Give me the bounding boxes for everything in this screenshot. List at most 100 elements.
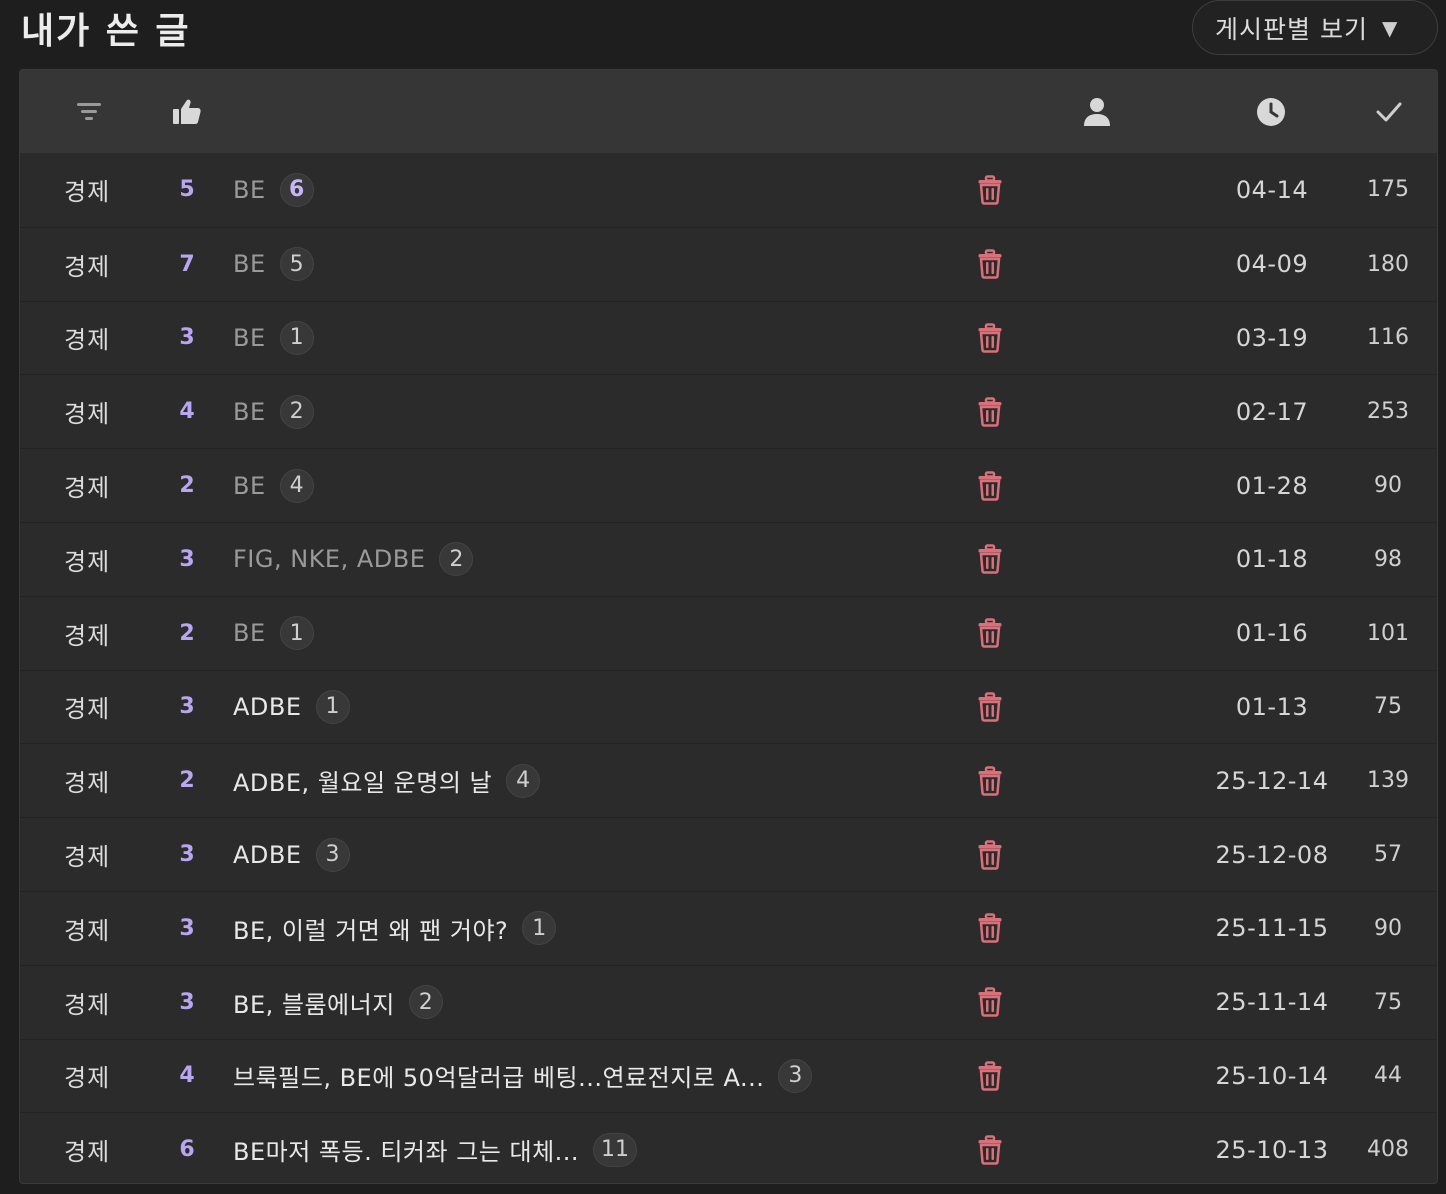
post-title-link[interactable]: BE (233, 250, 266, 278)
trash-icon[interactable] (976, 818, 1004, 891)
user-icon[interactable] (1080, 70, 1114, 153)
post-date: 25-10-14 (1215, 1061, 1329, 1090)
post-likes-count: 2 (179, 473, 195, 499)
trash-icon[interactable] (976, 523, 1004, 596)
post-title-cell[interactable]: BE 5 (233, 228, 314, 301)
board-filter-label: 게시판별 보기 (1215, 14, 1368, 44)
table-row[interactable]: 경제 3 ADBE 3 25-12-08 57 (20, 817, 1437, 891)
post-title-cell[interactable]: BE, 이럴 거면 왜 팬 거야? 1 (233, 892, 557, 965)
post-category: 경제 (64, 695, 111, 724)
post-title-link[interactable]: BE, 블룸에너지 (233, 985, 395, 1020)
trash-icon[interactable] (976, 892, 1004, 965)
page-title: 내가 쓴 글 (21, 11, 191, 52)
post-title-cell[interactable]: BE, 블룸에너지 2 (233, 966, 443, 1039)
table-row[interactable]: 경제 5 BE 6 04-14 175 (20, 153, 1437, 227)
post-title-link[interactable]: ADBE, 월요일 운명의 날 (233, 763, 492, 798)
post-title-link[interactable]: BE (233, 324, 266, 352)
post-view-count: 90 (1374, 915, 1402, 941)
post-view-count: 408 (1367, 1137, 1409, 1163)
post-title-link[interactable]: ADBE (233, 693, 302, 721)
table-row[interactable]: 경제 3 FIG, NKE, ADBE 2 01-18 98 (20, 521, 1437, 596)
table-row[interactable]: 경제 4 BE 2 02-17 253 (20, 374, 1437, 448)
post-view-count: 75 (1374, 694, 1402, 720)
trash-icon[interactable] (976, 597, 1004, 670)
board-filter-dropdown[interactable]: 게시판별 보기 ▼ (1192, 0, 1438, 55)
table-row[interactable]: 경제 3 BE, 이럴 거면 왜 팬 거야? 1 25-11-15 90 (20, 890, 1437, 965)
post-title-cell[interactable]: BE 6 (233, 153, 314, 227)
post-category: 경제 (64, 252, 111, 281)
post-date: 02-17 (1235, 397, 1309, 426)
comment-count-badge: 3 (315, 837, 350, 872)
trash-icon[interactable] (976, 744, 1004, 817)
comment-count-badge: 2 (408, 985, 443, 1020)
post-date: 04-09 (1235, 250, 1309, 279)
thumbs-up-icon[interactable] (170, 70, 204, 153)
table-row[interactable]: 경제 2 ADBE, 월요일 운명의 날 4 25-12-14 139 (20, 743, 1437, 817)
table-row[interactable]: 경제 3 ADBE 1 01-13 75 (20, 669, 1437, 744)
post-category: 경제 (64, 547, 111, 576)
table-row[interactable]: 경제 4 브룩필드, BE에 50억달러급 베팅...연료전지로 A... 3 25-1… (20, 1038, 1437, 1113)
comment-count-badge: 4 (279, 468, 314, 503)
post-title-cell[interactable]: BE 1 (233, 597, 314, 670)
post-title-cell[interactable]: ADBE, 월요일 운명의 날 4 (233, 744, 541, 817)
table-row[interactable]: 경제 2 BE 1 01-16 101 (20, 595, 1437, 670)
post-view-count: 175 (1367, 177, 1409, 203)
post-title-cell[interactable]: BE 1 (233, 302, 314, 375)
post-likes-count: 3 (179, 842, 195, 868)
table-row[interactable]: 경제 2 BE 4 01-28 90 (20, 448, 1437, 522)
trash-icon[interactable] (976, 1113, 1004, 1183)
post-view-count: 253 (1367, 399, 1409, 425)
table-row[interactable]: 경제 6 BE마저 폭등. 티커좌 그는 대체... 11 25-10-13 408 (20, 1112, 1437, 1183)
filter-icon[interactable] (74, 70, 104, 153)
post-title-cell[interactable]: BE마저 폭등. 티커좌 그는 대체... 11 (233, 1113, 638, 1183)
post-title-cell[interactable]: 브룩필드, BE에 50억달러급 베팅...연료전지로 A... 3 (233, 1040, 813, 1113)
trash-icon[interactable] (976, 671, 1004, 744)
post-date: 01-16 (1235, 619, 1309, 648)
post-date: 25-11-14 (1215, 988, 1329, 1017)
post-category: 경제 (64, 916, 111, 945)
post-title-link[interactable]: BE마저 폭등. 티커좌 그는 대체... (233, 1132, 579, 1167)
post-title-link[interactable]: BE (233, 619, 266, 647)
trash-icon[interactable] (976, 966, 1004, 1039)
post-title-link[interactable]: BE, 이럴 거면 왜 팬 거야? (233, 911, 508, 946)
post-category: 경제 (64, 474, 111, 503)
post-title-link[interactable]: ADBE (233, 841, 302, 869)
post-likes-count: 3 (179, 989, 195, 1015)
table-row[interactable]: 경제 7 BE 5 04-09 180 (20, 226, 1437, 301)
post-title-cell[interactable]: FIG, NKE, ADBE 2 (233, 523, 474, 596)
post-view-count: 75 (1374, 989, 1402, 1015)
trash-icon[interactable] (976, 302, 1004, 375)
trash-icon[interactable] (976, 1040, 1004, 1113)
table-row[interactable]: 경제 3 BE, 블룸에너지 2 25-11-14 75 (20, 964, 1437, 1039)
clock-icon[interactable] (1254, 70, 1288, 153)
post-title-cell[interactable]: BE 2 (233, 375, 314, 448)
post-likes-count: 3 (179, 915, 195, 941)
table-row[interactable]: 경제 3 BE 1 03-19 116 (20, 300, 1437, 375)
check-icon[interactable] (1372, 70, 1406, 153)
post-view-count: 90 (1374, 473, 1402, 499)
post-title-cell[interactable]: BE 4 (233, 449, 314, 522)
post-category: 경제 (64, 990, 111, 1019)
post-title-link[interactable]: BE (233, 176, 266, 204)
post-title-cell[interactable]: ADBE 3 (233, 818, 350, 891)
post-category: 경제 (64, 843, 111, 872)
trash-icon[interactable] (976, 228, 1004, 301)
post-view-count: 44 (1374, 1063, 1402, 1089)
post-title-link[interactable]: BE (233, 472, 266, 500)
trash-icon[interactable] (976, 375, 1004, 448)
post-date: 01-28 (1235, 471, 1309, 500)
post-title-link[interactable]: FIG, NKE, ADBE (233, 545, 425, 573)
post-date: 25-10-13 (1215, 1135, 1329, 1164)
trash-icon[interactable] (976, 153, 1004, 227)
post-likes-count: 4 (179, 399, 195, 425)
post-category: 경제 (64, 769, 111, 798)
post-date: 01-18 (1235, 545, 1309, 574)
post-likes-count: 3 (179, 694, 195, 720)
trash-icon[interactable] (976, 449, 1004, 522)
post-category: 경제 (64, 1064, 111, 1093)
post-title-link[interactable]: 브룩필드, BE에 50억달러급 베팅...연료전지로 A... (233, 1058, 764, 1093)
comment-count-badge: 3 (778, 1058, 813, 1093)
post-title-cell[interactable]: ADBE 1 (233, 671, 350, 744)
post-title-link[interactable]: BE (233, 398, 266, 426)
comment-count-badge: 1 (279, 320, 314, 355)
